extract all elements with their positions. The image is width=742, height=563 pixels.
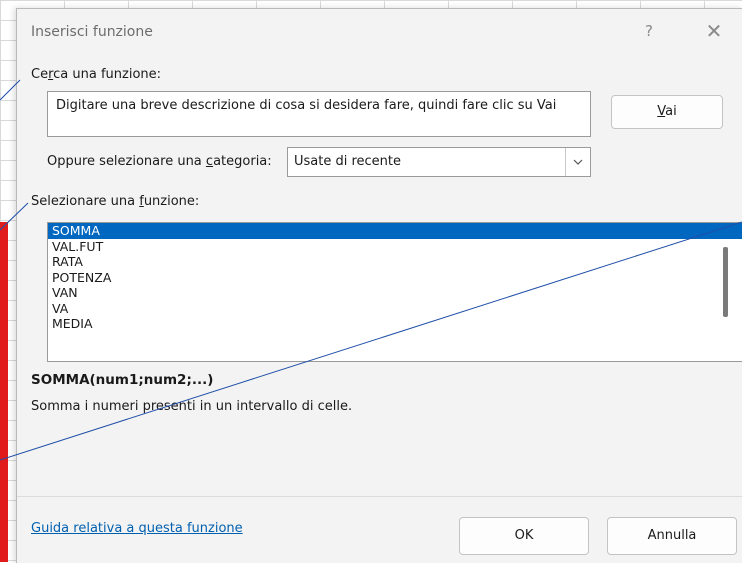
red-annotation-bar xyxy=(0,222,8,562)
help-icon[interactable]: ? xyxy=(637,19,661,43)
search-label-post: ca una funzione: xyxy=(53,67,162,82)
search-label: Cerca una funzione: xyxy=(31,67,161,82)
function-list-items: SOMMA VAL.FUT RATA POTENZA VAN VA MEDIA xyxy=(48,223,742,332)
vai-button[interactable]: Vai xyxy=(611,95,723,129)
search-input[interactable]: Digitare una breve descrizione di cosa s… xyxy=(47,91,591,137)
function-list-item[interactable]: VA xyxy=(48,301,742,317)
search-label-pre: Ce xyxy=(31,67,49,82)
function-signature: SOMMA(num1;num2;...) xyxy=(31,372,214,388)
ok-button[interactable]: OK xyxy=(459,517,589,555)
functions-label-pre: Selezionare una xyxy=(31,194,140,209)
function-list-item[interactable]: RATA xyxy=(48,254,742,270)
function-list-item[interactable]: VAL.FUT xyxy=(48,239,742,255)
category-selected-value: Usate di recente xyxy=(294,154,402,169)
scrollbar-thumb[interactable] xyxy=(723,247,728,317)
cancel-button[interactable]: Annulla xyxy=(607,517,737,555)
category-label-post: ategoria: xyxy=(213,154,272,169)
dialog-titlebar[interactable]: Inserisci funzione ? ✕ xyxy=(17,9,742,53)
vai-button-label: ai xyxy=(665,104,677,119)
category-label-pre: Oppure selezionare una xyxy=(47,154,206,169)
category-label: Oppure selezionare una categoria: xyxy=(47,154,272,169)
close-icon[interactable]: ✕ xyxy=(701,19,727,43)
functions-label-post: unzione: xyxy=(143,194,200,209)
insert-function-dialog: Inserisci funzione ? ✕ Cerca una funzion… xyxy=(16,8,742,563)
function-list[interactable]: SOMMA VAL.FUT RATA POTENZA VAN VA MEDIA xyxy=(47,222,742,362)
category-select[interactable]: Usate di recente xyxy=(287,147,591,177)
function-description: Somma i numeri presenti in un intervallo… xyxy=(31,399,353,414)
chevron-down-icon[interactable] xyxy=(565,148,590,176)
function-list-item[interactable]: MEDIA xyxy=(48,316,742,332)
help-link[interactable]: Guida relativa a questa funzione xyxy=(31,521,243,536)
footer-divider xyxy=(17,496,742,497)
dialog-title: Inserisci funzione xyxy=(31,24,153,40)
vai-button-accesskey: V xyxy=(657,104,666,119)
function-list-item[interactable]: SOMMA xyxy=(48,223,742,239)
category-label-accesskey: c xyxy=(205,154,214,169)
functions-label: Selezionare una funzione: xyxy=(31,194,199,209)
function-list-item[interactable]: VAN xyxy=(48,285,742,301)
function-list-item[interactable]: POTENZA xyxy=(48,270,742,286)
